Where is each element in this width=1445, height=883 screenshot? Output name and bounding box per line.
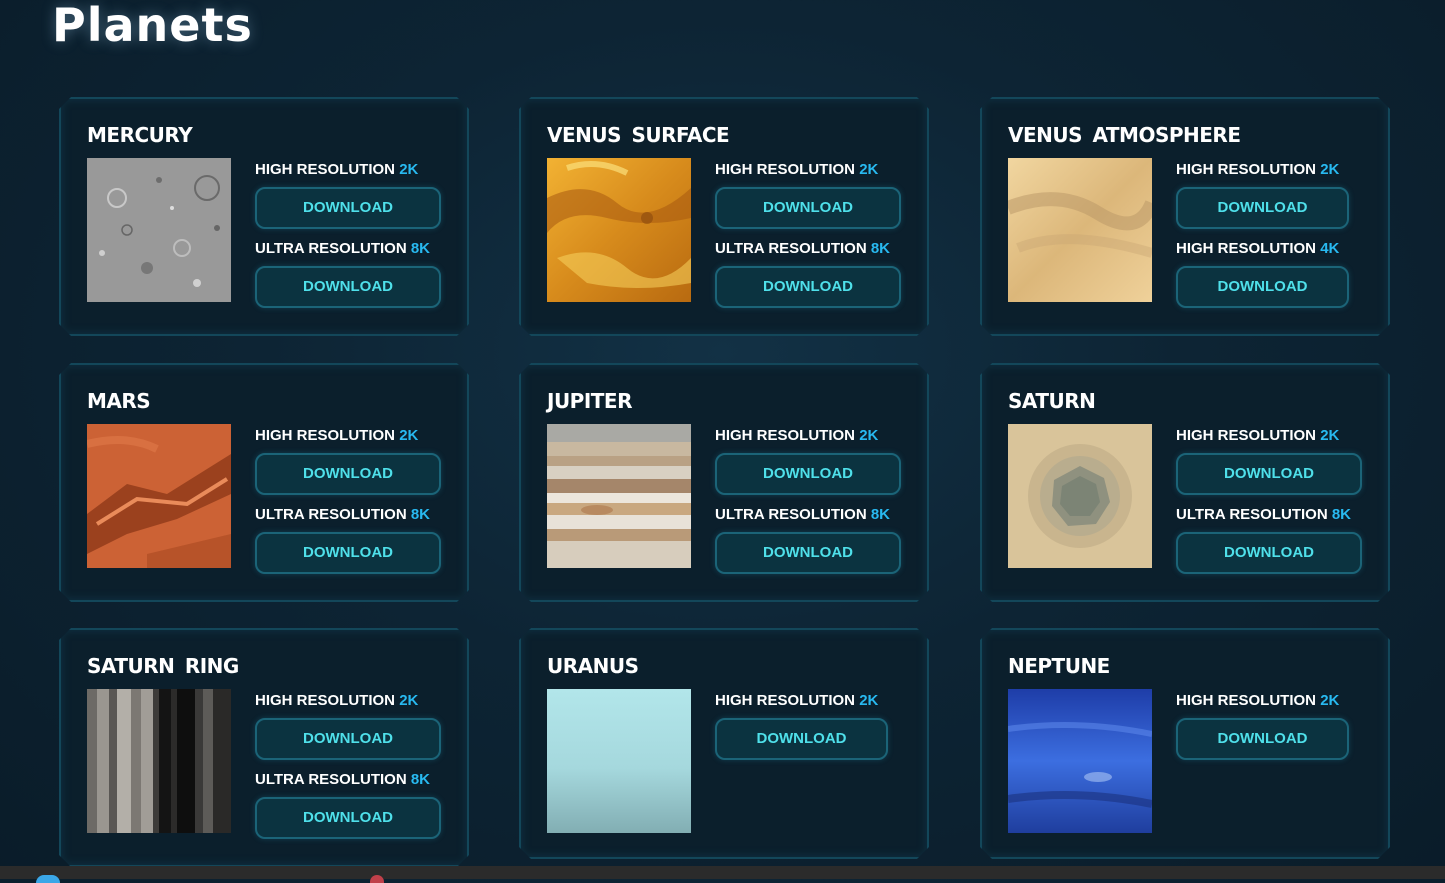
uranus-texture (547, 689, 691, 833)
mars-texture (87, 424, 231, 568)
card-title: SATURN (1008, 389, 1096, 413)
download-button[interactable]: DOWNLOAD (715, 266, 901, 308)
resolution-label: ULTRA RESOLUTION 8K (255, 506, 431, 523)
card-mars: MARS HIGH RESOLUTION 2K DOWNLOAD ULTRA R… (59, 363, 469, 602)
card-title: MARS (87, 389, 151, 413)
card-saturn-ring: SATURN RING HIGH RESOLUTION 2K DOWNLOAD … (59, 628, 469, 867)
card-title: SATURN RING (87, 654, 239, 678)
resolution-label: HIGH RESOLUTION 2K (715, 161, 879, 178)
resolution-label: ULTRA RESOLUTION 8K (255, 771, 431, 788)
resolution-label: ULTRA RESOLUTION 8K (255, 240, 431, 257)
card-neptune: NEPTUNE HIGH RESOLUTION 2K DOWNLOAD (980, 628, 1390, 859)
resolution-label: ULTRA RESOLUTION 8K (1176, 506, 1352, 523)
venus-atmosphere-texture (1008, 158, 1152, 302)
card-title: VENUS SURFACE (547, 123, 730, 147)
resolution-label: HIGH RESOLUTION 2K (715, 427, 879, 444)
venus-surface-texture (547, 158, 691, 302)
card-uranus: URANUS HIGH RESOLUTION 2K DOWNLOAD (519, 628, 929, 859)
app-icon[interactable] (370, 875, 384, 883)
resolution-label: HIGH RESOLUTION 2K (715, 692, 879, 709)
card-venus-surface: VENUS SURFACE HIGH RESOLUTION 2K DOWNLOA… (519, 97, 929, 336)
download-button[interactable]: DOWNLOAD (1176, 718, 1349, 760)
neptune-texture (1008, 689, 1152, 833)
card-jupiter: JUPITER HIGH RESOLUTION 2K DOWNLOAD ULTR… (519, 363, 929, 602)
download-button[interactable]: DOWNLOAD (255, 453, 441, 495)
card-title: NEPTUNE (1008, 654, 1110, 678)
taskbar (0, 866, 1445, 883)
planet-grid: MERCURY HIGH RESOLUTION 2K DOWNLOAD ULTR… (0, 0, 1445, 879)
download-button[interactable]: DOWNLOAD (1176, 453, 1362, 495)
resolution-label: HIGH RESOLUTION 2K (255, 427, 419, 444)
download-button[interactable]: DOWNLOAD (1176, 532, 1362, 574)
download-button[interactable]: DOWNLOAD (715, 718, 888, 760)
resolution-label: HIGH RESOLUTION 4K (1176, 240, 1340, 257)
saturn-ring-texture (87, 689, 231, 833)
browser-icon[interactable] (36, 875, 60, 883)
card-title: MERCURY (87, 123, 193, 147)
card-title: URANUS (547, 654, 639, 678)
card-title: VENUS ATMOSPHERE (1008, 123, 1241, 147)
card-title: JUPITER (547, 389, 632, 413)
resolution-label: ULTRA RESOLUTION 8K (715, 506, 891, 523)
card-saturn: SATURN HIGH RESOLUTION 2K DOWNLOAD ULTRA… (980, 363, 1390, 602)
card-venus-atmosphere: VENUS ATMOSPHERE HIGH RESOLUTION 2K DOWN… (980, 97, 1390, 336)
resolution-label: HIGH RESOLUTION 2K (1176, 427, 1340, 444)
resolution-label: HIGH RESOLUTION 2K (255, 161, 419, 178)
resolution-label: HIGH RESOLUTION 2K (1176, 692, 1340, 709)
download-button[interactable]: DOWNLOAD (715, 187, 901, 229)
download-button[interactable]: DOWNLOAD (1176, 266, 1349, 308)
mercury-texture (87, 158, 231, 302)
download-button[interactable]: DOWNLOAD (255, 187, 441, 229)
download-button[interactable]: DOWNLOAD (255, 718, 441, 760)
resolution-label: HIGH RESOLUTION 2K (1176, 161, 1340, 178)
download-button[interactable]: DOWNLOAD (1176, 187, 1349, 229)
saturn-texture (1008, 424, 1152, 568)
download-button[interactable]: DOWNLOAD (255, 532, 441, 574)
jupiter-texture (547, 424, 691, 568)
download-button[interactable]: DOWNLOAD (255, 266, 441, 308)
download-button[interactable]: DOWNLOAD (255, 797, 441, 839)
download-button[interactable]: DOWNLOAD (715, 453, 901, 495)
download-button[interactable]: DOWNLOAD (715, 532, 901, 574)
card-mercury: MERCURY HIGH RESOLUTION 2K DOWNLOAD ULTR… (59, 97, 469, 336)
resolution-label: ULTRA RESOLUTION 8K (715, 240, 891, 257)
resolution-label: HIGH RESOLUTION 2K (255, 692, 419, 709)
